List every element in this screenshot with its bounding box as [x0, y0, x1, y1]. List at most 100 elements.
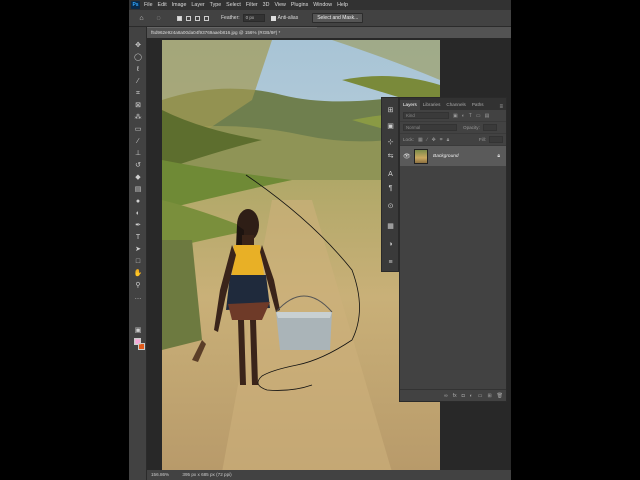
filter-smart-icon[interactable]: ▤	[485, 113, 490, 119]
select-and-mask-button[interactable]: Select and Mask...	[312, 13, 364, 23]
lock-position-icon[interactable]: ✥	[432, 137, 436, 143]
menu-image[interactable]: Image	[172, 2, 187, 8]
menu-view[interactable]: View	[274, 2, 285, 8]
tab-channels[interactable]: Channels	[443, 100, 468, 110]
add-mask-icon[interactable]: ◘	[462, 393, 465, 399]
brush-icon[interactable]: ∕	[133, 137, 143, 147]
feather-label: Feather:	[221, 15, 240, 21]
opacity-input[interactable]	[482, 124, 497, 131]
gradient-icon[interactable]: ▤	[133, 185, 143, 195]
lock-row: Lock: ▦ ∕ ✥ ⌗ 🔒︎ Fill:	[400, 134, 506, 146]
filter-type-icon[interactable]: T	[469, 113, 472, 119]
crop-icon[interactable]: ⌗	[133, 89, 143, 99]
new-layer-icon[interactable]: ⊞	[487, 393, 491, 399]
antialias-label: Anti-alias	[277, 15, 299, 21]
history-brush-icon[interactable]: ↺	[133, 161, 143, 171]
menu-type[interactable]: Type	[210, 2, 221, 8]
lasso-tool-icon[interactable]: ℓ	[133, 65, 143, 75]
menu-file[interactable]: File	[144, 2, 153, 8]
home-icon[interactable]: ⌂	[137, 14, 146, 23]
brushes-panel-icon[interactable]: ⊹	[386, 138, 395, 147]
filter-pixel-icon[interactable]: ▣	[453, 113, 458, 119]
type-icon[interactable]: T	[133, 233, 143, 243]
blend-mode-select[interactable]: Normal	[403, 124, 457, 131]
tab-paths[interactable]: Paths	[469, 100, 487, 110]
document-tab[interactable]: f5d962e924a8a00da04f93769aaeb816.jpg @ 1…	[147, 27, 317, 38]
pen-icon[interactable]: ✒	[133, 221, 143, 231]
layer-name[interactable]: Background	[433, 154, 459, 159]
screen-mode-icon[interactable]: ▢	[133, 338, 143, 348]
layers-panel: Layers Libraries Channels Paths ≡ Kind ▣…	[399, 97, 507, 402]
lock-label: Lock:	[403, 137, 414, 142]
layer-style-icon[interactable]: fx	[453, 393, 457, 399]
layer-row-background[interactable]: 👁︎ Background 🔒︎	[400, 146, 506, 166]
dodge-icon[interactable]: ◐	[133, 209, 143, 219]
new-group-icon[interactable]: ▭	[478, 393, 483, 399]
blur-icon[interactable]: ●	[133, 197, 143, 207]
lock-artboard-icon[interactable]: ⌗	[440, 137, 443, 143]
history-panel-icon[interactable]: ⊞	[386, 106, 395, 115]
tab-libraries[interactable]: Libraries	[420, 100, 444, 110]
menu-window[interactable]: Window	[313, 2, 332, 8]
new-adjustment-icon[interactable]: ◐	[470, 393, 473, 399]
layers-footer: ∞ fx ◘ ◐ ▭ ⊞ 🗑︎	[400, 389, 506, 401]
path-select-icon[interactable]: ➤	[133, 245, 143, 255]
photoshop-logo: Ps	[131, 1, 140, 9]
zoom-icon[interactable]: ⚲	[133, 281, 143, 291]
menu-plugins[interactable]: Plugins	[291, 2, 308, 8]
lock-all-icon[interactable]: 🔒︎	[447, 137, 450, 143]
kind-filter-select[interactable]: Kind	[403, 112, 449, 119]
quick-mask-icon[interactable]: ▣	[133, 326, 143, 336]
zoom-level[interactable]: 156.86%	[151, 472, 169, 477]
feather-input[interactable]: 0 px	[242, 14, 265, 22]
tab-layers[interactable]: Layers	[400, 100, 420, 110]
character-panel-icon[interactable]: A	[386, 170, 395, 179]
link-layers-icon[interactable]: ∞	[444, 393, 448, 399]
new-selection-icon[interactable]	[177, 15, 182, 21]
blend-row: Normal Opacity:	[400, 122, 506, 134]
more-icon[interactable]: …	[133, 293, 143, 303]
options-bar: ⌂ ◌ Feather: 0 px Anti-alias Select and …	[129, 10, 511, 27]
eraser-icon[interactable]: ◆	[133, 173, 143, 183]
menu-filter[interactable]: Filter	[246, 2, 258, 8]
delete-layer-icon[interactable]: 🗑︎	[497, 393, 503, 399]
menu-layer[interactable]: Layer	[191, 2, 204, 8]
filter-adjustment-icon[interactable]: ◐	[462, 113, 465, 119]
layer-thumbnail	[414, 148, 428, 164]
eyedropper-icon[interactable]: ⁂	[133, 113, 143, 123]
properties-panel-icon[interactable]: ▣	[386, 122, 395, 131]
subtract-selection-icon[interactable]	[195, 15, 200, 21]
visibility-eye-icon[interactable]: 👁︎	[403, 153, 411, 160]
fill-input[interactable]	[489, 136, 503, 143]
menu-select[interactable]: Select	[226, 2, 241, 8]
spot-heal-icon[interactable]: ▭	[133, 125, 143, 135]
menu-help[interactable]: Help	[337, 2, 348, 8]
move-icon[interactable]: ✥	[133, 41, 143, 51]
menu-3d[interactable]: 3D	[263, 2, 270, 8]
styles-panel-icon[interactable]: ◑	[386, 240, 395, 249]
menu-edit[interactable]: Edit	[158, 2, 167, 8]
channels-panel-icon[interactable]: ≡	[386, 258, 395, 267]
opacity-label: Opacity:	[463, 125, 480, 130]
adjustments-panel-icon[interactable]: ⇆	[386, 152, 395, 161]
stamp-icon[interactable]: ⊥	[133, 149, 143, 159]
paragraph-panel-icon[interactable]: ¶	[386, 184, 395, 193]
add-selection-icon[interactable]	[186, 15, 191, 21]
document-dimensions: 395 px x 685 px (72 ppi)	[182, 472, 232, 477]
frame-icon[interactable]: ⊠	[133, 101, 143, 111]
marquee-icon[interactable]: ◯	[133, 53, 143, 63]
lasso-icon[interactable]: ◌	[154, 14, 163, 23]
hand-icon[interactable]: ✋	[133, 269, 143, 279]
filter-shape-icon[interactable]: ▭	[476, 113, 481, 119]
intersect-selection-icon[interactable]	[204, 15, 209, 21]
antialias-checkbox[interactable]	[270, 15, 276, 21]
panel-menu-icon[interactable]: ≡	[499, 104, 503, 110]
rectangle-icon[interactable]: □	[133, 257, 143, 267]
gradients-panel-icon[interactable]: ▦	[386, 222, 395, 231]
layers-panel-tabs: Layers Libraries Channels Paths ≡	[400, 98, 506, 110]
lock-paint-icon[interactable]: ∕	[427, 137, 428, 143]
swatches-panel-icon[interactable]: ⊙	[386, 202, 395, 211]
lock-pixels-icon[interactable]: ▦	[418, 137, 423, 143]
photoshop-window: Ps File Edit Image Layer Type Select Fil…	[129, 0, 511, 480]
object-select-icon[interactable]: ⁄	[133, 77, 143, 87]
